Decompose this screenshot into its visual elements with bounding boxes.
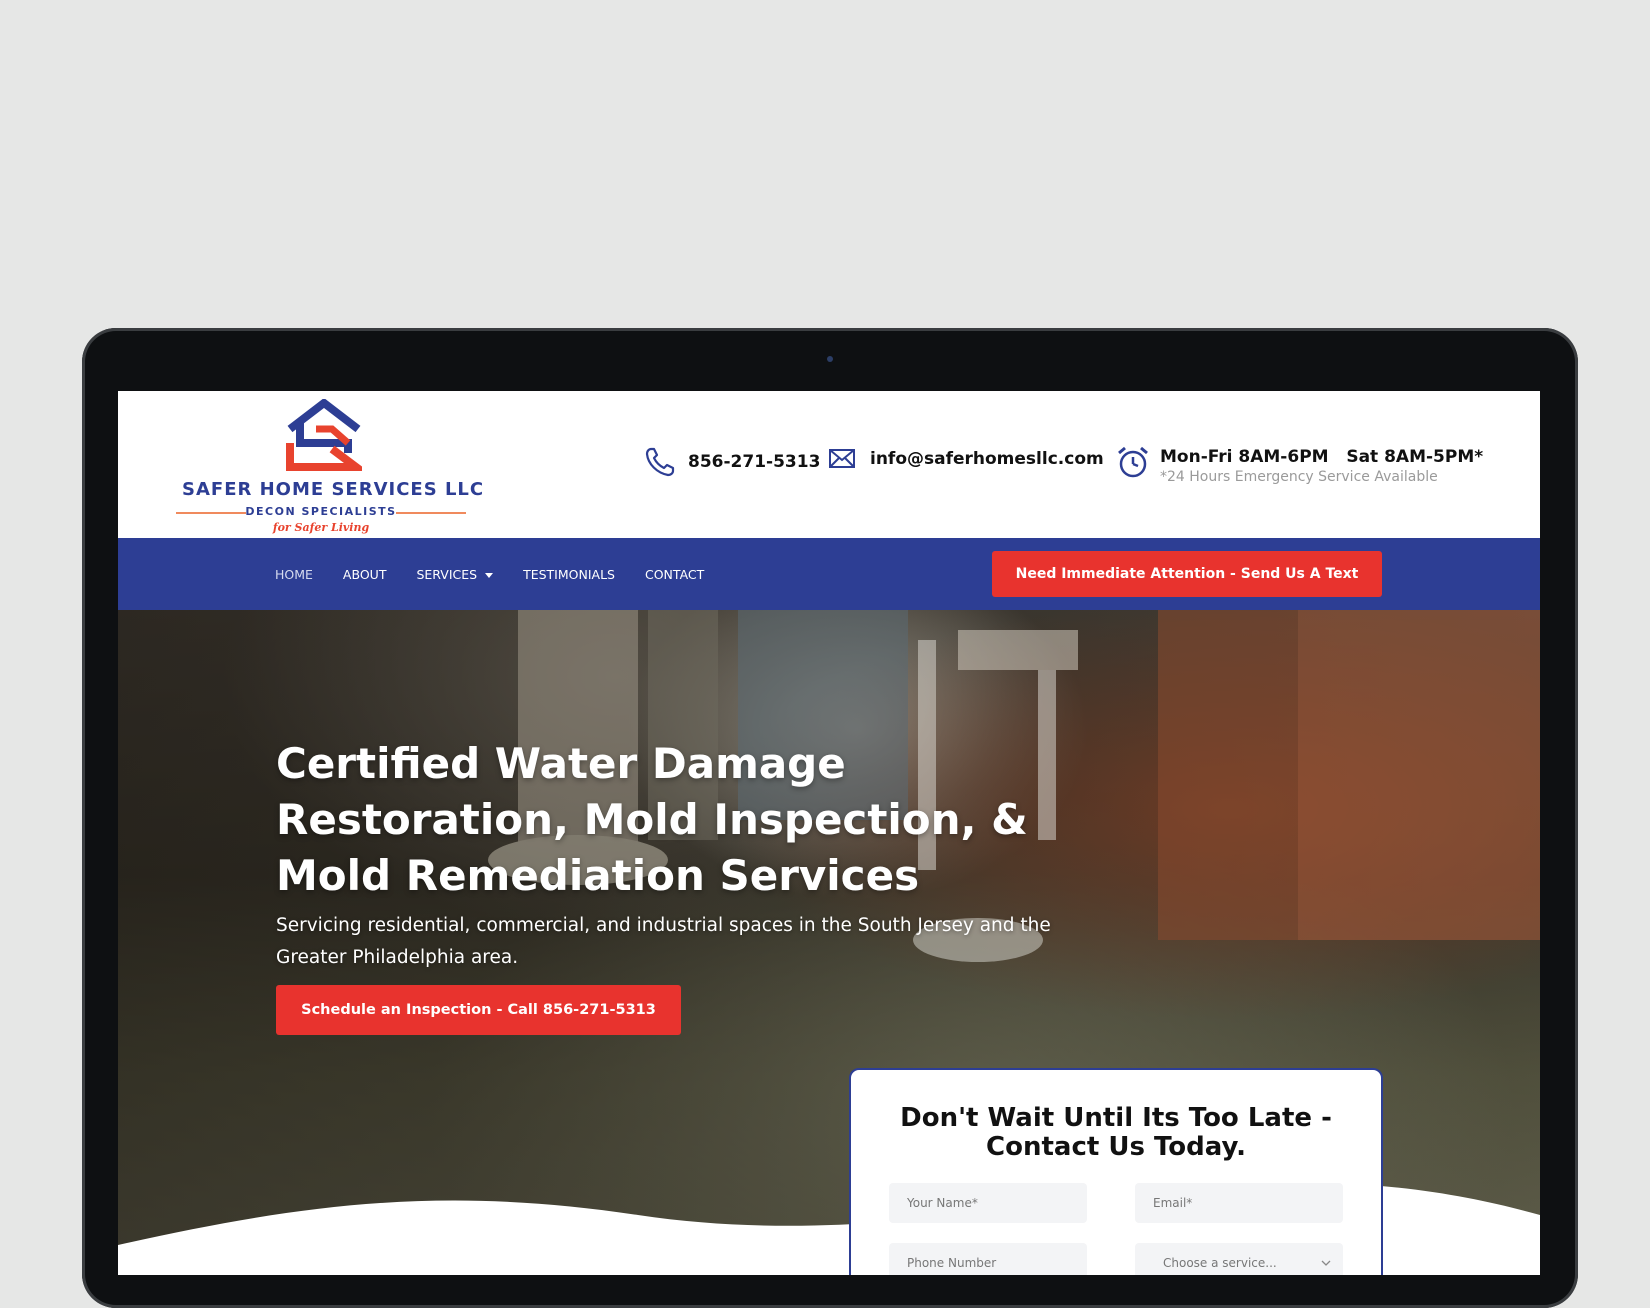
- send-text-button[interactable]: Need Immediate Attention - Send Us A Tex…: [992, 551, 1382, 597]
- emergency-note: *24 Hours Emergency Service Available: [1160, 469, 1438, 485]
- site-header: SAFER HOME SERVICES LLC DECON SPECIALIST…: [118, 391, 1540, 538]
- nav-item-about[interactable]: ABOUT: [343, 567, 387, 582]
- logo-company-name: SAFER HOME SERVICES LLC: [182, 479, 485, 500]
- logo-tagline: for Safer Living: [272, 521, 370, 534]
- header-email[interactable]: info@saferhomesllc.com: [828, 448, 1104, 470]
- header-hours: Mon-Fri 8AM-6PM Sat 8AM-5PM* *24 Hours E…: [1116, 446, 1484, 485]
- contact-form-card: Don't Wait Until Its Too Late - Contact …: [849, 1068, 1383, 1275]
- form-title: Don't Wait Until Its Too Late - Contact …: [900, 1103, 1332, 1162]
- nav-item-contact[interactable]: CONTACT: [645, 567, 704, 582]
- nav-item-home[interactable]: HOME: [275, 567, 313, 582]
- header-phone[interactable]: 856-271-5313: [644, 446, 820, 478]
- phone-icon: [645, 447, 675, 477]
- envelope-icon: [829, 449, 855, 468]
- service-select[interactable]: Choose a service...: [1135, 1243, 1343, 1275]
- business-hours: Mon-Fri 8AM-6PM Sat 8AM-5PM*: [1160, 447, 1484, 467]
- main-nav: HOME ABOUT SERVICES TESTIMONIALS CONTACT…: [118, 538, 1540, 610]
- schedule-inspection-button[interactable]: Schedule an Inspection - Call 856-271-53…: [276, 985, 681, 1035]
- nav-item-services-label: SERVICES: [416, 566, 478, 582]
- nav-item-services[interactable]: SERVICES: [416, 566, 494, 582]
- phone-field[interactable]: [889, 1243, 1087, 1275]
- header-phone-number: 856-271-5313: [688, 452, 821, 472]
- logo-subtitle: DECON SPECIALISTS: [245, 505, 397, 518]
- name-field[interactable]: [889, 1183, 1087, 1223]
- alarm-clock-icon: [1118, 446, 1148, 478]
- house-logo-icon: [286, 399, 362, 471]
- webcam: [827, 356, 833, 362]
- nav-item-testimonials[interactable]: TESTIMONIALS: [523, 567, 615, 582]
- header-email-address: info@saferhomesllc.com: [870, 449, 1104, 469]
- hero-subtitle: Servicing residential, commercial, and i…: [276, 915, 1051, 968]
- caret-down-icon: [485, 572, 494, 578]
- hero-headline: Certified Water Damage Restoration, Mold…: [276, 739, 1028, 900]
- chevron-down-icon: [1321, 1260, 1331, 1266]
- website-screen: SAFER HOME SERVICES LLC DECON SPECIALIST…: [118, 391, 1540, 1275]
- service-select-value: Choose a service...: [1163, 1256, 1277, 1270]
- email-field[interactable]: [1135, 1183, 1343, 1223]
- logo[interactable]: SAFER HOME SERVICES LLC DECON SPECIALIST…: [176, 399, 485, 534]
- nav-links: HOME ABOUT SERVICES TESTIMONIALS CONTACT: [275, 538, 734, 610]
